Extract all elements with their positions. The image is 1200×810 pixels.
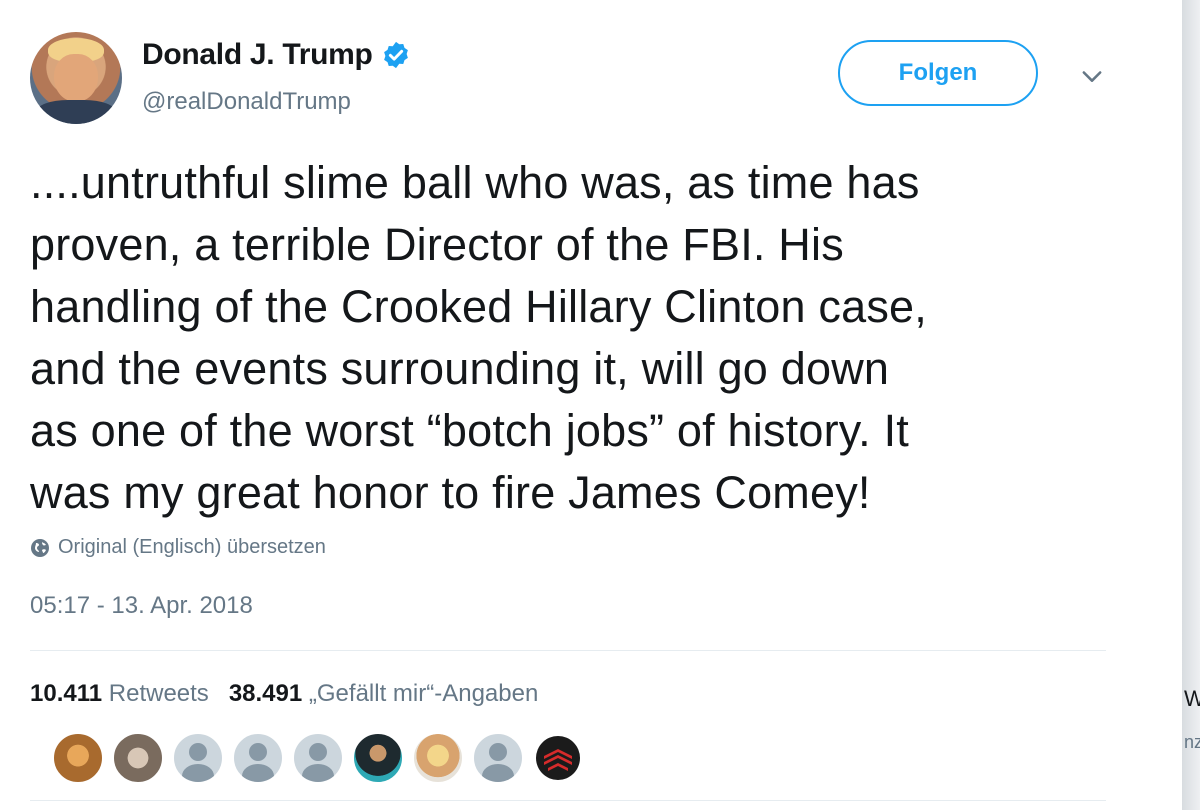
liker-avatar-default[interactable] xyxy=(232,732,284,784)
globe-icon xyxy=(31,538,49,557)
translate-link[interactable]: Original (Englisch) übersetzen xyxy=(30,536,326,559)
timestamp[interactable]: 05:17 - 13. Apr. 2018 xyxy=(30,592,253,620)
liker-avatar[interactable] xyxy=(412,732,464,784)
chevron-down-icon[interactable] xyxy=(1078,62,1106,90)
retweet-count: 10.411 xyxy=(30,680,103,707)
bottom-divider xyxy=(30,800,1106,801)
verified-icon xyxy=(383,41,408,69)
liker-logo-icon xyxy=(536,736,580,780)
engagement-stats: 10.411 Retweets 38.491 „Gefällt mir“-Ang… xyxy=(30,680,538,708)
author-name-row[interactable]: Donald J. Trump xyxy=(142,38,411,72)
avatar-suit xyxy=(36,100,116,124)
liker-avatar-default[interactable] xyxy=(472,732,524,784)
like-count: 38.491 xyxy=(228,680,303,707)
tweet-text: ....untruthful slime ball who was, as ti… xyxy=(30,157,927,518)
retweets-stat[interactable]: 10.411 Retweets xyxy=(30,680,209,708)
adjacent-fragment: W xyxy=(1184,686,1200,711)
liker-avatar[interactable] xyxy=(352,732,404,784)
author-name[interactable]: Donald J. Trump xyxy=(142,38,373,72)
retweet-label: Retweets xyxy=(108,680,209,707)
like-label: „Gefällt mir“-Angaben xyxy=(308,680,539,707)
liker-avatar-default[interactable] xyxy=(292,732,344,784)
divider xyxy=(30,650,1106,651)
author-handle[interactable]: @realDonaldTrump xyxy=(142,88,351,116)
author-avatar[interactable] xyxy=(30,32,122,124)
follow-button[interactable]: Folgen xyxy=(838,40,1038,106)
liker-avatar-default[interactable] xyxy=(172,732,224,784)
adjacent-fragment: nz xyxy=(1184,732,1200,752)
liker-avatar[interactable] xyxy=(52,732,104,784)
translate-label[interactable]: Original (Englisch) übersetzen xyxy=(58,536,326,559)
liker-avatar[interactable] xyxy=(112,732,164,784)
likes-stat[interactable]: 38.491 „Gefällt mir“-Angaben xyxy=(229,680,539,708)
liker-avatars xyxy=(52,732,584,784)
liker-avatar[interactable] xyxy=(532,732,584,784)
avatar-face xyxy=(54,54,98,102)
